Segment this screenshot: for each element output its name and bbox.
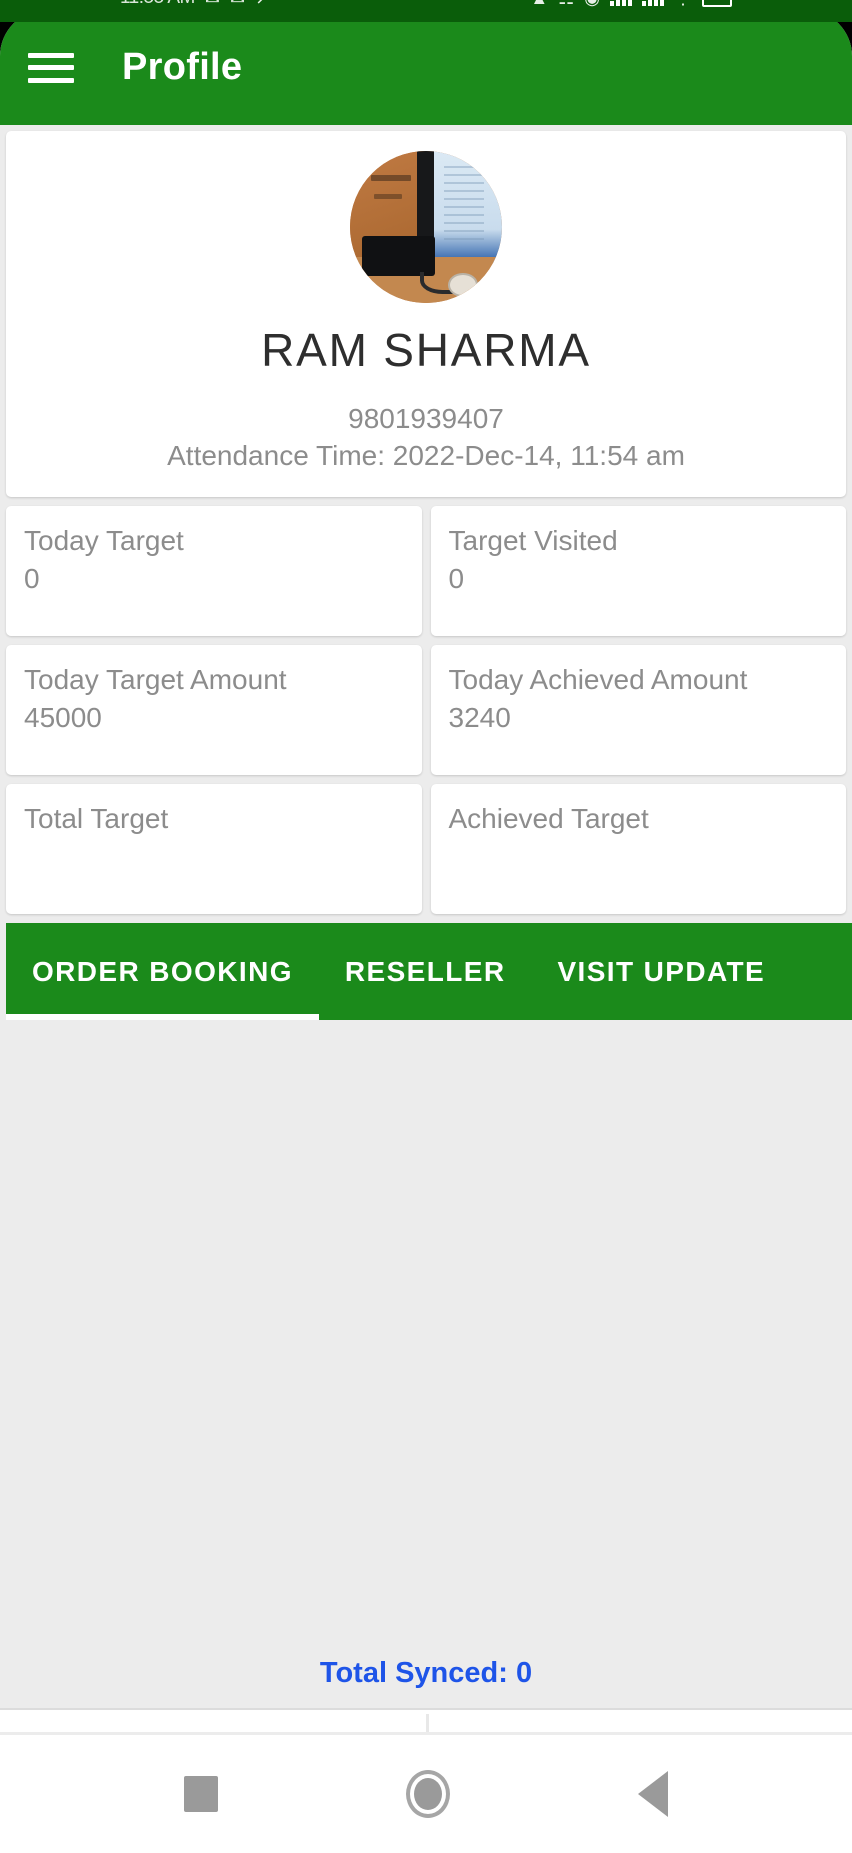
stat-card-today-achieved-amount: Today Achieved Amount 3240 bbox=[430, 645, 846, 776]
app-bar: Profile bbox=[0, 10, 852, 125]
avatar[interactable] bbox=[350, 151, 502, 303]
stat-card-today-target: Today Target 0 bbox=[6, 506, 422, 637]
sync-icon: ◉ bbox=[584, 0, 600, 7]
stat-value bbox=[449, 838, 829, 876]
profile-phone: 9801939407 bbox=[348, 402, 504, 434]
avatar-screen-lines bbox=[444, 166, 484, 243]
app-screen: Profile RAM SHARMA 9801939407 Attendance… bbox=[0, 10, 852, 1853]
tab-visit-update[interactable]: VISIT UPDATE bbox=[531, 923, 791, 1020]
stat-label: Today Achieved Amount bbox=[448, 664, 748, 696]
stat-card-today-target-amount: Today Target Amount 45000 bbox=[6, 645, 422, 776]
stat-row: Today Target 0 Target Visited 0 bbox=[6, 506, 846, 637]
status-bar: 11:55 AM ✉ ✉ ↗ ▲ ☷ ◉ ⋮ bbox=[0, 0, 852, 22]
battery-icon bbox=[702, 0, 732, 7]
avatar-note bbox=[374, 193, 402, 199]
vpn-icon: ⋮ bbox=[674, 0, 692, 7]
stat-label: Target Visited bbox=[448, 525, 618, 557]
stat-row: Today Target Amount 45000 Today Achieved… bbox=[6, 645, 846, 776]
square-icon[interactable] bbox=[184, 1776, 218, 1812]
sync-status-bar: Total Synced: 0 bbox=[0, 1638, 852, 1709]
stat-label: Today Target Amount bbox=[24, 664, 287, 696]
stat-row: Total Target Achieved Target bbox=[6, 784, 846, 915]
triangle-back-icon[interactable] bbox=[638, 1771, 668, 1817]
message-icon: ✉ bbox=[230, 0, 245, 7]
vibrate-icon: ☷ bbox=[558, 0, 574, 7]
avatar-mouse bbox=[447, 273, 478, 297]
signal-icon bbox=[610, 0, 632, 6]
wifi-icon: ▲ bbox=[530, 0, 548, 7]
tab-content-area bbox=[0, 1020, 852, 1639]
stat-label: Achieved Target bbox=[448, 803, 649, 835]
stat-card-achieved-target: Achieved Target bbox=[430, 784, 846, 915]
stat-card-total-target: Total Target bbox=[6, 784, 422, 915]
profile-name: RAM SHARMA bbox=[261, 324, 591, 376]
stat-label: Today Target bbox=[24, 525, 184, 557]
bottom-divider bbox=[0, 1708, 852, 1733]
phone-screenshot: 11:55 AM ✉ ✉ ↗ ▲ ☷ ◉ ⋮ Profile bbox=[0, 0, 852, 1853]
profile-card: RAM SHARMA 9801939407 Attendance Time: 2… bbox=[6, 131, 846, 498]
hamburger-menu-icon[interactable] bbox=[28, 50, 74, 86]
avatar-keyboard bbox=[362, 236, 436, 276]
page-title: Profile bbox=[122, 46, 243, 88]
stat-value: 0 bbox=[448, 562, 465, 594]
total-synced-label: Total Synced: 0 bbox=[319, 1656, 533, 1689]
stat-card-target-visited: Target Visited 0 bbox=[430, 506, 846, 637]
status-bar-clock: 11:55 AM bbox=[120, 0, 195, 9]
profile-attendance-time: Attendance Time: 2022-Dec-14, 11:54 am bbox=[167, 440, 685, 472]
message-icon: ✉ bbox=[205, 0, 220, 7]
stat-value: 0 bbox=[24, 562, 40, 594]
avatar-note bbox=[371, 175, 411, 182]
tab-panel: ORDER BOOKING RESELLER VISIT UPDATE bbox=[0, 923, 852, 1639]
stat-label: Total Target bbox=[24, 803, 169, 835]
signal-icon bbox=[642, 0, 664, 6]
stat-value: 45000 bbox=[24, 701, 102, 733]
stat-value bbox=[24, 838, 404, 876]
share-icon: ↗ bbox=[255, 0, 270, 7]
tab-bar: ORDER BOOKING RESELLER VISIT UPDATE bbox=[6, 923, 852, 1021]
tab-reseller[interactable]: RESELLER bbox=[319, 923, 532, 1020]
stat-value: 3240 bbox=[448, 701, 511, 733]
android-nav-bar bbox=[0, 1735, 852, 1853]
circle-icon[interactable] bbox=[406, 1770, 450, 1818]
tab-order-booking[interactable]: ORDER BOOKING bbox=[6, 923, 319, 1021]
scroll-content: RAM SHARMA 9801939407 Attendance Time: 2… bbox=[0, 125, 852, 915]
